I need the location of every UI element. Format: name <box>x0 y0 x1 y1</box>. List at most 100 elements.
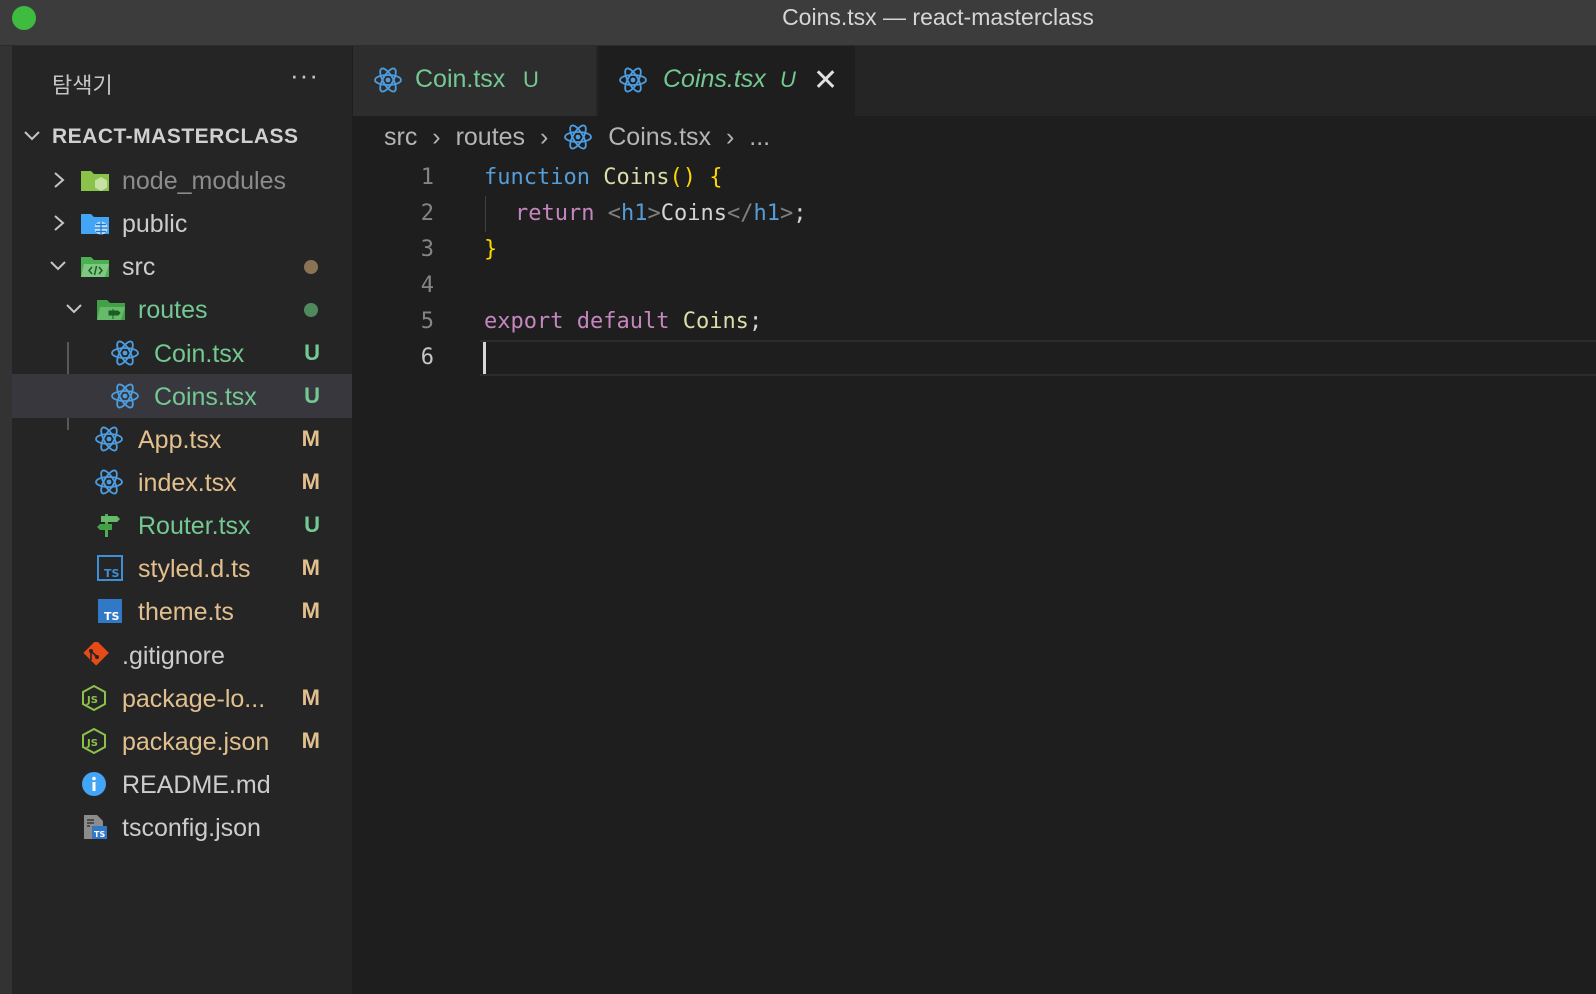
chevron-right-icon: › <box>540 122 549 151</box>
line-number: 2 <box>420 201 434 226</box>
modified-badge: M <box>301 728 320 753</box>
close-icon[interactable]: ✕ <box>813 63 838 98</box>
routes-folder-icon <box>97 300 125 320</box>
public-folder-icon <box>81 214 109 235</box>
modified-badge: M <box>301 598 320 623</box>
react-icon <box>95 469 123 495</box>
code-text: } <box>484 237 498 262</box>
title-bar: Coins.tsx — react-masterclass <box>0 0 1596 46</box>
tree-item-label: Router.tsx <box>138 512 251 540</box>
typescript-icon: TS <box>98 599 122 623</box>
tree-item-label: App.tsx <box>138 426 222 454</box>
tree-item-styled-d-ts[interactable]: TS styled.d.ts M <box>12 546 352 590</box>
breadcrumb: src › routes › Coins.tsx › ... <box>384 122 770 158</box>
code-line[interactable]: 1 function Coins() { <box>353 160 1596 196</box>
code-text: return <h1>Coins</h1>; <box>515 201 807 226</box>
tree-item-tsconfig[interactable]: TS tsconfig.json <box>12 805 352 849</box>
breadcrumb-item-routes[interactable]: routes <box>456 123 525 151</box>
tree-item-package-lock[interactable]: JS package-lo... M <box>12 676 352 720</box>
line-number: 4 <box>420 273 434 298</box>
code-editor[interactable]: 1 function Coins() { 2 return <h1>Coins<… <box>353 160 1596 994</box>
tree-item-label: .gitignore <box>122 642 225 670</box>
tab-coin-tsx[interactable]: Coin.tsx U <box>353 46 596 116</box>
chevron-right-icon <box>54 215 65 231</box>
modified-badge: M <box>301 685 320 710</box>
tree-item-label: tsconfig.json <box>122 814 261 842</box>
window-title: Coins.tsx — react-masterclass <box>782 4 1094 30</box>
tree-item-src[interactable]: src <box>12 244 352 288</box>
tab-label: Coins.tsx <box>663 65 766 93</box>
tree-item-label: package.json <box>122 728 270 756</box>
code-line[interactable]: 3 } <box>353 232 1596 268</box>
breadcrumb-item-file[interactable]: Coins.tsx <box>608 123 711 151</box>
untracked-badge: U <box>304 383 320 408</box>
signpost-icon <box>97 514 120 537</box>
tree-item-label: routes <box>138 296 208 324</box>
react-icon <box>95 426 123 452</box>
tree-item-readme[interactable]: README.md <box>12 762 352 806</box>
tree-item-label: src <box>122 253 156 281</box>
svg-text:JS: JS <box>86 695 98 706</box>
tree-item-coin-tsx[interactable]: Coin.tsx U <box>12 331 352 375</box>
untracked-badge: U <box>523 67 539 92</box>
tree-item-index-tsx[interactable]: index.tsx M <box>12 460 352 504</box>
tab-label: Coin.tsx <box>415 65 506 93</box>
react-icon <box>619 67 647 93</box>
tree-item-routes[interactable]: routes <box>12 287 352 331</box>
modified-badge: M <box>301 426 320 451</box>
node-folder-icon <box>81 171 109 191</box>
code-line[interactable]: 4 <box>353 268 1596 304</box>
explorer-sidebar: 탐색기 ··· REACT-MASTERCLASS node_modules p… <box>12 46 353 994</box>
tree-item-app-tsx[interactable]: App.tsx M <box>12 417 352 461</box>
tree-item-theme-ts[interactable]: TS theme.ts M <box>12 589 352 633</box>
tree-item-label: package-lo... <box>122 685 266 713</box>
tree-item-coins-tsx[interactable]: Coins.tsx U <box>12 374 352 418</box>
breadcrumb-item-symbols[interactable]: ... <box>749 123 770 151</box>
untracked-dot-icon <box>304 303 318 317</box>
tab-coins-tsx[interactable]: Coins.tsx U ✕ <box>598 46 855 116</box>
tree-item-label: node_modules <box>122 167 287 195</box>
editor-tab-bar: Coin.tsx U Coins.tsx U ✕ <box>353 46 1596 116</box>
breadcrumb-item-src[interactable]: src <box>384 123 417 151</box>
line-number: 3 <box>420 237 434 262</box>
code-line-current[interactable]: 6 <box>353 340 1596 376</box>
nodejs-icon: JS <box>82 685 106 711</box>
explorer-header: 탐색기 ··· <box>12 46 352 116</box>
chevron-right-icon: › <box>726 122 735 151</box>
untracked-badge: U <box>304 340 320 365</box>
tree-item-label: styled.d.ts <box>138 555 251 583</box>
tree-item-label: Coins.tsx <box>154 383 257 411</box>
code-line[interactable]: 5 export default Coins; <box>353 304 1596 340</box>
tree-item-label: index.tsx <box>138 469 237 497</box>
code-line[interactable]: 2 return <h1>Coins</h1>; <box>353 196 1596 232</box>
tsconfig-icon: TS <box>84 815 107 839</box>
tree-item-router-tsx[interactable]: Router.tsx U <box>12 503 352 547</box>
typescript-def-icon: TS <box>97 555 123 581</box>
explorer-title: 탐색기 <box>52 73 113 98</box>
svg-text:JS: JS <box>86 738 98 749</box>
tree-item-public[interactable]: public <box>12 201 352 245</box>
chevron-right-icon <box>54 172 65 188</box>
tree-item-label: Coin.tsx <box>154 340 245 368</box>
src-folder-icon <box>81 257 109 277</box>
nodejs-icon: JS <box>82 728 106 754</box>
current-line-highlight <box>480 340 1596 376</box>
line-number: 6 <box>420 345 434 370</box>
svg-text:TS: TS <box>94 830 105 839</box>
tree-item-gitignore[interactable]: .gitignore <box>12 633 352 677</box>
svg-text:TS: TS <box>104 567 120 580</box>
svg-text:TS: TS <box>104 610 120 623</box>
git-icon <box>83 642 109 666</box>
more-actions-icon[interactable]: ··· <box>290 60 319 91</box>
modified-badge: M <box>301 555 320 580</box>
tree-item-package-json[interactable]: JS package.json M <box>12 719 352 763</box>
line-number: 1 <box>420 165 434 190</box>
code-text: export default Coins; <box>484 309 763 334</box>
untracked-badge: U <box>304 512 320 537</box>
project-root[interactable]: REACT-MASTERCLASS <box>12 116 352 156</box>
text-cursor <box>483 342 486 374</box>
project-name: REACT-MASTERCLASS <box>52 125 299 148</box>
modified-badge: M <box>301 469 320 494</box>
tree-item-node-modules[interactable]: node_modules <box>12 158 352 202</box>
info-icon <box>82 772 106 796</box>
